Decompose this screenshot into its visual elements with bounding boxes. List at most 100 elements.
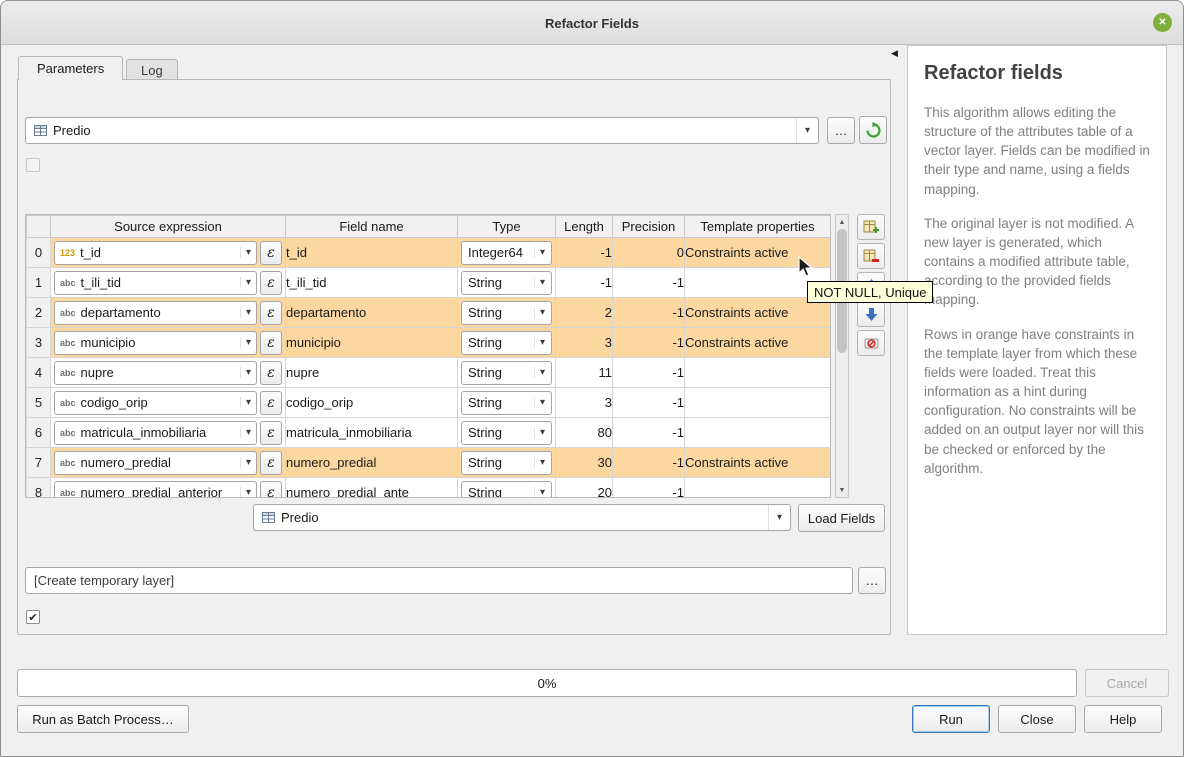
table-row[interactable]: 3 abc municipio ▾ ε municipio String ▾ xyxy=(27,328,831,358)
row-index[interactable]: 2 xyxy=(27,298,51,328)
source-expression-combo[interactable]: abc codigo_orip ▾ xyxy=(54,391,257,415)
fields-mapping-table[interactable]: Source expression Field name Type Length… xyxy=(25,214,831,498)
precision-cell[interactable]: -1 xyxy=(613,478,685,499)
help-button[interactable]: Help xyxy=(1084,705,1162,733)
type-combo[interactable]: String ▾ xyxy=(461,271,552,295)
type-combo[interactable]: String ▾ xyxy=(461,331,552,355)
type-combo[interactable]: Integer64 ▾ xyxy=(461,241,552,265)
row-index[interactable]: 7 xyxy=(27,448,51,478)
new-field-button[interactable] xyxy=(857,214,885,240)
precision-cell[interactable]: -1 xyxy=(613,448,685,478)
table-row[interactable]: 5 abc codigo_orip ▾ ε codigo_orip String… xyxy=(27,388,831,418)
row-index[interactable]: 8 xyxy=(27,478,51,499)
table-row[interactable]: 2 abc departamento ▾ ε departamento Stri… xyxy=(27,298,831,328)
chevron-down-icon[interactable]: ▾ xyxy=(534,337,545,348)
chevron-down-icon[interactable]: ▾ xyxy=(534,487,545,498)
expression-builder-button[interactable]: ε xyxy=(260,451,282,475)
length-cell[interactable]: 2 xyxy=(556,298,613,328)
length-cell[interactable]: 11 xyxy=(556,358,613,388)
length-cell[interactable]: 3 xyxy=(556,328,613,358)
chevron-down-icon[interactable]: ▾ xyxy=(534,427,545,438)
table-row[interactable]: 7 abc numero_predial ▾ ε numero_predial … xyxy=(27,448,831,478)
col-template-properties[interactable]: Template properties xyxy=(685,216,831,238)
expression-builder-button[interactable]: ε xyxy=(260,361,282,385)
scroll-down-icon[interactable]: ▼ xyxy=(836,484,848,496)
type-combo[interactable]: String ▾ xyxy=(461,391,552,415)
chevron-down-icon[interactable]: ▾ xyxy=(534,247,545,258)
chevron-down-icon[interactable]: ▾ xyxy=(534,367,545,378)
type-combo[interactable]: String ▾ xyxy=(461,451,552,475)
remove-all-fields-button[interactable] xyxy=(857,330,885,356)
help-panel-collapse-icon[interactable]: ◀ xyxy=(891,48,898,59)
refactored-browse-button[interactable]: … xyxy=(858,567,886,594)
refactored-output-input[interactable]: [Create temporary layer] xyxy=(25,567,853,594)
load-fields-button[interactable]: Load Fields xyxy=(798,504,885,532)
chevron-down-icon[interactable]: ▾ xyxy=(240,427,251,438)
precision-cell[interactable]: -1 xyxy=(613,418,685,448)
table-row[interactable]: 6 abc matricula_inmobiliaria ▾ ε matricu… xyxy=(27,418,831,448)
row-index[interactable]: 5 xyxy=(27,388,51,418)
col-source-expression[interactable]: Source expression xyxy=(51,216,286,238)
chevron-down-icon[interactable]: ▾ xyxy=(768,505,782,530)
col-field-name[interactable]: Field name xyxy=(286,216,458,238)
chevron-down-icon[interactable]: ▾ xyxy=(240,307,251,318)
source-expression-combo[interactable]: 123 t_id ▾ xyxy=(54,241,257,265)
field-name-cell[interactable]: numero_predial xyxy=(286,448,458,478)
precision-cell[interactable]: -1 xyxy=(613,388,685,418)
field-name-cell[interactable]: matricula_inmobiliaria xyxy=(286,418,458,448)
row-index[interactable]: 3 xyxy=(27,328,51,358)
input-layer-browse-button[interactable]: … xyxy=(827,117,855,144)
source-expression-combo[interactable]: abc nupre ▾ xyxy=(54,361,257,385)
source-expression-combo[interactable]: abc numero_predial_anterior ▾ xyxy=(54,481,257,499)
row-index[interactable]: 6 xyxy=(27,418,51,448)
chevron-down-icon[interactable]: ▾ xyxy=(240,247,251,258)
chevron-down-icon[interactable]: ▾ xyxy=(240,367,251,378)
source-expression-combo[interactable]: abc t_ili_tid ▾ xyxy=(54,271,257,295)
col-type[interactable]: Type xyxy=(458,216,556,238)
row-index[interactable]: 0 xyxy=(27,238,51,268)
field-name-cell[interactable]: t_id xyxy=(286,238,458,268)
chevron-down-icon[interactable]: ▾ xyxy=(240,337,251,348)
precision-cell[interactable]: -1 xyxy=(613,358,685,388)
length-cell[interactable]: -1 xyxy=(556,238,613,268)
tab-log[interactable]: Log xyxy=(126,59,178,80)
source-expression-combo[interactable]: abc departamento ▾ xyxy=(54,301,257,325)
type-combo[interactable]: String ▾ xyxy=(461,481,552,499)
iterate-over-layer-button[interactable] xyxy=(859,116,887,144)
length-cell[interactable]: -1 xyxy=(556,268,613,298)
col-precision[interactable]: Precision xyxy=(613,216,685,238)
field-name-cell[interactable]: departamento xyxy=(286,298,458,328)
field-name-cell[interactable]: nupre xyxy=(286,358,458,388)
field-name-cell[interactable]: t_ili_tid xyxy=(286,268,458,298)
chevron-down-icon[interactable]: ▾ xyxy=(534,307,545,318)
field-name-cell[interactable]: numero_predial_ante xyxy=(286,478,458,499)
chevron-down-icon[interactable]: ▾ xyxy=(534,457,545,468)
field-name-cell[interactable]: municipio xyxy=(286,328,458,358)
open-output-checkbox[interactable]: ✔ xyxy=(26,610,40,624)
table-row[interactable]: 8 abc numero_predial_anterior ▾ ε numero… xyxy=(27,478,831,499)
chevron-down-icon[interactable]: ▾ xyxy=(796,118,810,143)
run-button[interactable]: Run xyxy=(912,705,990,733)
input-layer-combo[interactable]: Predio ▾ xyxy=(25,117,819,144)
table-row[interactable]: 4 abc nupre ▾ ε nupre String ▾ 11 xyxy=(27,358,831,388)
chevron-down-icon[interactable]: ▾ xyxy=(534,397,545,408)
chevron-down-icon[interactable]: ▾ xyxy=(534,277,545,288)
expression-builder-button[interactable]: ε xyxy=(260,331,282,355)
expression-builder-button[interactable]: ε xyxy=(260,241,282,265)
chevron-down-icon[interactable]: ▾ xyxy=(240,457,251,468)
source-expression-combo[interactable]: abc municipio ▾ xyxy=(54,331,257,355)
precision-cell[interactable]: -1 xyxy=(613,268,685,298)
tab-parameters[interactable]: Parameters xyxy=(18,56,123,80)
chevron-down-icon[interactable]: ▾ xyxy=(240,397,251,408)
source-expression-combo[interactable]: abc matricula_inmobiliaria ▾ xyxy=(54,421,257,445)
title-bar[interactable]: Refactor Fields ✕ xyxy=(1,1,1183,45)
precision-cell[interactable]: 0 xyxy=(613,238,685,268)
chevron-down-icon[interactable]: ▾ xyxy=(240,277,251,288)
type-combo[interactable]: String ▾ xyxy=(461,421,552,445)
length-cell[interactable]: 3 xyxy=(556,388,613,418)
precision-cell[interactable]: -1 xyxy=(613,298,685,328)
expression-builder-button[interactable]: ε xyxy=(260,271,282,295)
length-cell[interactable]: 20 xyxy=(556,478,613,499)
type-combo[interactable]: String ▾ xyxy=(461,301,552,325)
type-combo[interactable]: String ▾ xyxy=(461,361,552,385)
